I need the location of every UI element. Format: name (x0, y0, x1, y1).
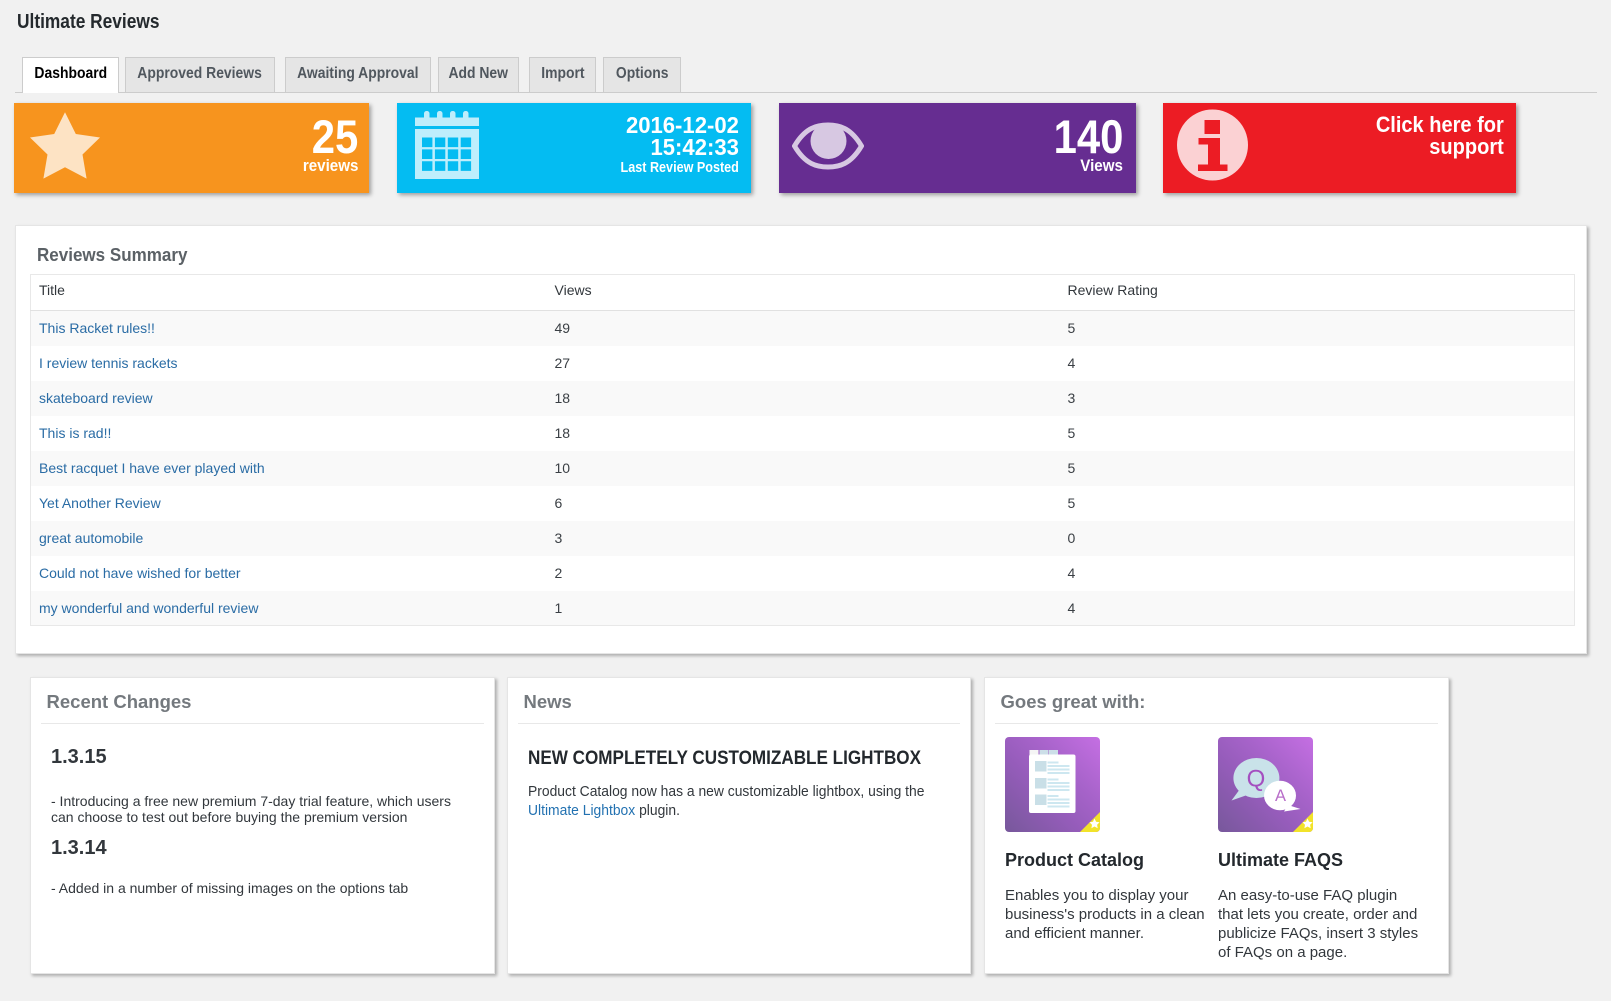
svg-text:Q: Q (1247, 766, 1266, 793)
svg-text:A: A (1275, 787, 1286, 805)
